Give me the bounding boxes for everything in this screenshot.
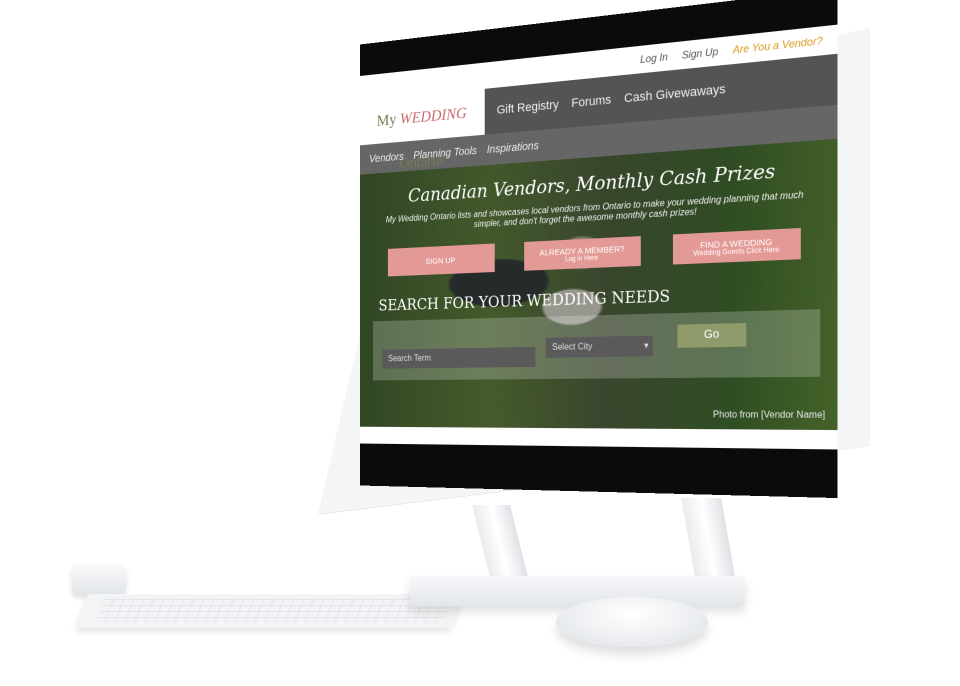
- cta-label: SIGN UP: [425, 254, 456, 266]
- logo-text: My: [376, 111, 400, 131]
- menu-item-cash-giveaways[interactable]: Cash Givewaways: [624, 82, 725, 105]
- go-button[interactable]: Go: [677, 322, 747, 348]
- website: Log In Sign Up Are You a Vendor? My WEDD…: [360, 24, 838, 450]
- city-select[interactable]: Select City ▾: [545, 335, 653, 358]
- photo-credit: Photo from [Vendor Name]: [712, 409, 826, 421]
- vendor-link[interactable]: Are You a Vendor?: [733, 35, 823, 56]
- primary-menu: Gift Registry Forums Cash Givewaways: [485, 82, 726, 118]
- city-select-label: Select City: [552, 341, 593, 353]
- chevron-down-icon: ▾: [644, 340, 649, 351]
- menu-item-gift-registry[interactable]: Gift Registry: [497, 98, 559, 117]
- logo-text-strong: WEDDING: [399, 104, 467, 129]
- hero-banner: Canadian Vendors, Monthly Cash Prizes My…: [360, 138, 838, 431]
- monitor-screen: Log In Sign Up Are You a Vendor? My WEDD…: [360, 0, 838, 499]
- search-input[interactable]: Search Term: [382, 346, 536, 369]
- member-login-button[interactable]: ALREADY A MEMBER? Log in Here: [524, 236, 641, 271]
- cta-row: SIGN UP ALREADY A MEMBER? Log in Here FI…: [387, 227, 801, 277]
- signup-button[interactable]: SIGN UP: [387, 243, 495, 277]
- search-panel: Search Term Select City ▾ Go: [372, 309, 821, 381]
- search-title: SEARCH FOR YOUR WEDDING NEEDS: [378, 287, 671, 315]
- menu-item-forums[interactable]: Forums: [571, 93, 611, 110]
- login-link[interactable]: Log In: [640, 51, 668, 65]
- menu-item-inspirations[interactable]: Inspirations: [487, 140, 539, 156]
- signup-link[interactable]: Sign Up: [682, 46, 718, 61]
- find-wedding-button[interactable]: FIND A WEDDING Wedding Guests Click Here: [672, 227, 801, 265]
- screen-perspective: Log In Sign Up Are You a Vendor? My WEDD…: [0, 0, 960, 686]
